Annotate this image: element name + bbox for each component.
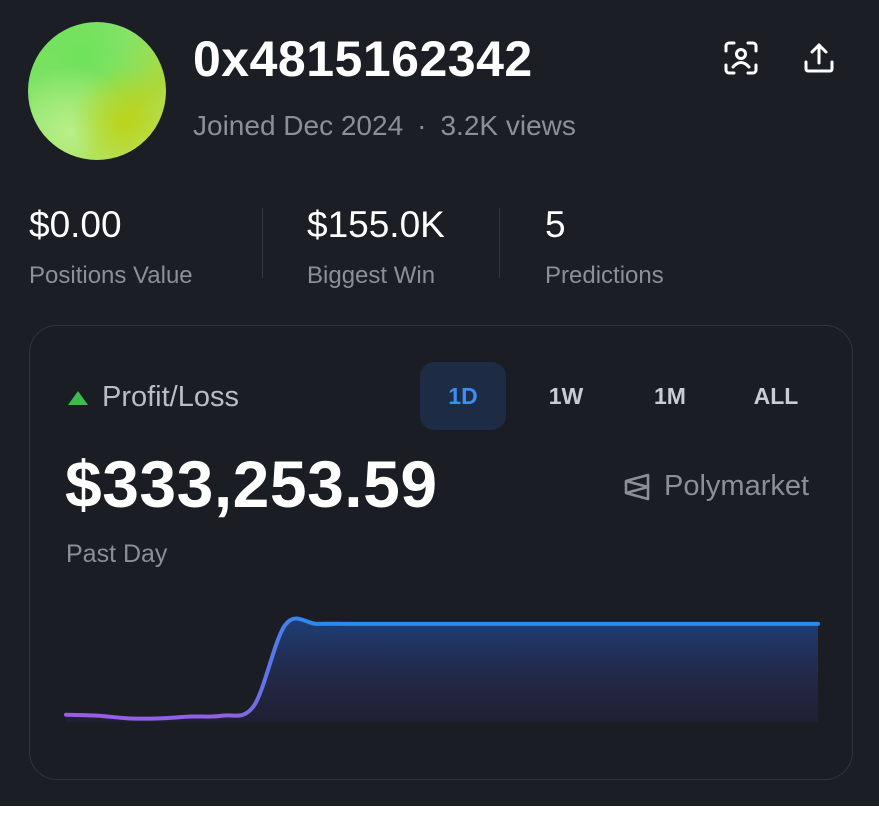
- stat-divider: [262, 208, 263, 278]
- username: 0x4815162342: [193, 31, 533, 87]
- view-count: 3.2K views: [440, 110, 576, 141]
- meta-separator: ·: [417, 110, 427, 141]
- stat-biggest-win: $155.0K Biggest Win: [307, 204, 445, 290]
- stat-value: $0.00: [29, 204, 122, 245]
- stat-value: 5: [545, 204, 566, 245]
- share-upload-icon: [804, 43, 834, 73]
- profile-meta: Joined Dec 2024 · 3.2K views: [193, 110, 576, 142]
- stat-label: Biggest Win: [307, 262, 436, 289]
- bottom-bleed: [0, 806, 879, 816]
- face-scan-icon: [724, 41, 758, 75]
- chart-area-fill: [66, 618, 818, 722]
- profit-loss-card: Profit/Loss 1D 1W 1M ALL $333,253.59 Pol…: [29, 325, 853, 780]
- profile-page: 0x4815162342 Joined Dec 2024 · 3.2K views …: [0, 0, 879, 816]
- stat-positions-value: $0.00 Positions Value: [29, 204, 193, 290]
- profit-loss-chart: [64, 616, 820, 722]
- stat-divider: [499, 208, 500, 278]
- face-scan-button[interactable]: [721, 38, 761, 78]
- stat-label: Predictions: [545, 262, 664, 289]
- joined-date: Joined Dec 2024: [193, 110, 404, 141]
- share-button[interactable]: [799, 38, 839, 78]
- stat-predictions: 5 Predictions: [545, 204, 664, 290]
- avatar[interactable]: [28, 22, 166, 160]
- stat-label: Positions Value: [29, 262, 193, 289]
- stat-value: $155.0K: [307, 204, 445, 245]
